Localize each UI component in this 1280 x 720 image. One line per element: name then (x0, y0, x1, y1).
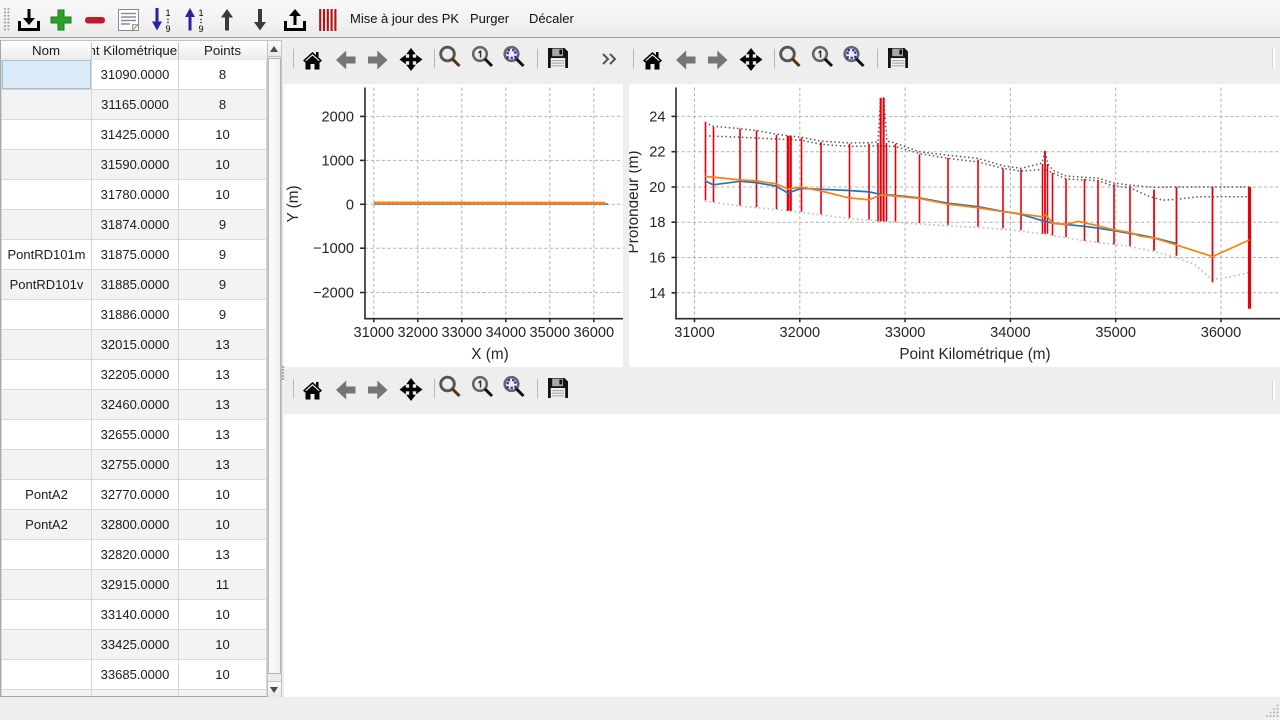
svg-text:32000: 32000 (780, 325, 821, 341)
svg-text:33000: 33000 (442, 325, 483, 341)
svg-text:9: 9 (165, 24, 170, 34)
svg-text:14: 14 (649, 286, 665, 302)
svg-text:20: 20 (649, 180, 665, 196)
svg-text:1000: 1000 (322, 153, 354, 169)
svg-text:X (m): X (m) (471, 346, 508, 363)
svg-text:Profondeur (m): Profondeur (m) (629, 151, 642, 254)
svg-text:34000: 34000 (990, 325, 1031, 341)
svg-text:34000: 34000 (486, 325, 527, 341)
svg-text:Point Kilométrique (m): Point Kilométrique (m) (899, 346, 1050, 363)
svg-text:33000: 33000 (885, 325, 926, 341)
svg-text:22: 22 (649, 145, 665, 161)
svg-text:9: 9 (198, 24, 203, 34)
svg-text:1: 1 (165, 8, 170, 18)
svg-text:2000: 2000 (322, 109, 354, 125)
svg-text:36000: 36000 (574, 325, 615, 341)
svg-text:35000: 35000 (530, 325, 571, 341)
svg-text:0: 0 (346, 197, 354, 213)
svg-text:32000: 32000 (398, 325, 439, 341)
svg-text:36000: 36000 (1201, 325, 1242, 341)
svg-text:31000: 31000 (674, 325, 715, 341)
svg-text:16: 16 (649, 251, 665, 267)
svg-text:−1000: −1000 (313, 241, 354, 257)
svg-text:31000: 31000 (354, 325, 395, 341)
svg-text:−2000: −2000 (313, 286, 354, 302)
svg-text:24: 24 (649, 109, 665, 125)
svg-text:18: 18 (649, 215, 665, 231)
svg-text:35000: 35000 (1095, 325, 1136, 341)
svg-text:1: 1 (198, 8, 203, 18)
svg-text:Y (m): Y (m) (285, 185, 302, 222)
